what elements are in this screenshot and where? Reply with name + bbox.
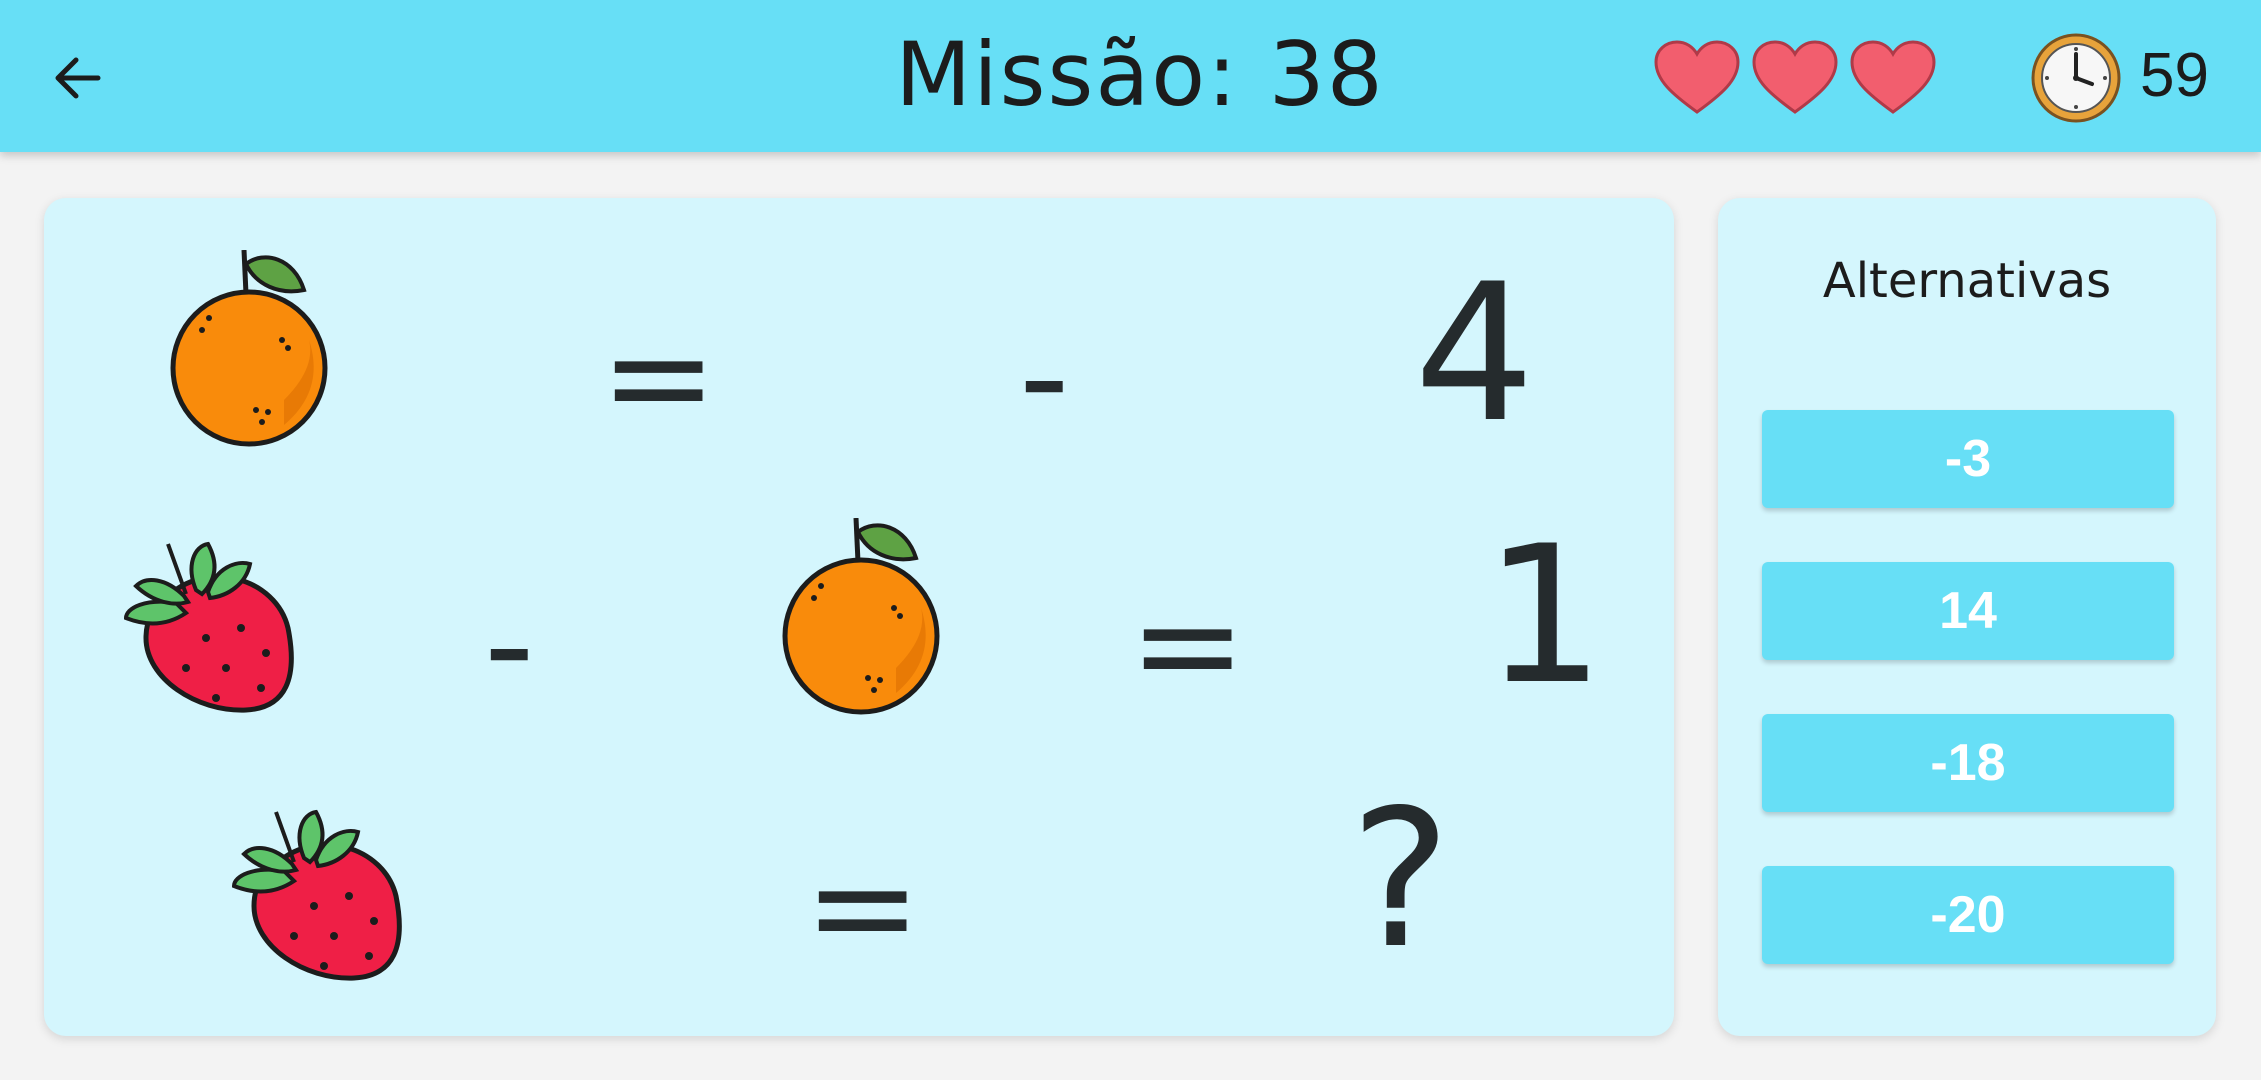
answer-option-button[interactable]: 14 xyxy=(1762,562,2174,660)
equals-sign: = xyxy=(600,296,718,459)
unknown-value: ? xyxy=(1350,769,1451,990)
heart-icon xyxy=(1752,40,1838,114)
arrow-left-icon xyxy=(55,57,101,99)
orange-icon xyxy=(170,250,328,447)
result-value: 4 xyxy=(1414,243,1535,464)
heart-icon xyxy=(1654,40,1740,114)
clock-icon xyxy=(2031,33,2121,123)
orange-icon xyxy=(782,518,940,715)
timer-value: 59 xyxy=(2140,41,2209,110)
mission-title: Missão: 38 xyxy=(895,23,1385,126)
strawberry-icon xyxy=(123,541,294,713)
equals-sign: = xyxy=(1129,564,1247,727)
alternatives-title: Alternativas xyxy=(1822,253,2112,309)
answer-option-button[interactable]: -20 xyxy=(1762,866,2174,964)
alternatives-panel: Alternativas -3 14 -18 -20 xyxy=(1718,198,2216,1036)
lives-indicator xyxy=(1652,38,1938,118)
result-value: 1 xyxy=(1484,505,1605,726)
minus-sign: - xyxy=(484,564,535,727)
top-bar: Missão: 38 59 xyxy=(0,0,2261,152)
strawberry-icon xyxy=(231,809,402,981)
heart-icon xyxy=(1850,40,1936,114)
minus-sign: - xyxy=(1019,296,1070,459)
puzzle-panel: = - 4 - = 1 = ? xyxy=(44,198,1674,1036)
back-button[interactable] xyxy=(46,46,110,110)
equals-sign: = xyxy=(804,826,922,989)
answer-option-button[interactable]: -3 xyxy=(1762,410,2174,508)
answer-option-button[interactable]: -18 xyxy=(1762,714,2174,812)
